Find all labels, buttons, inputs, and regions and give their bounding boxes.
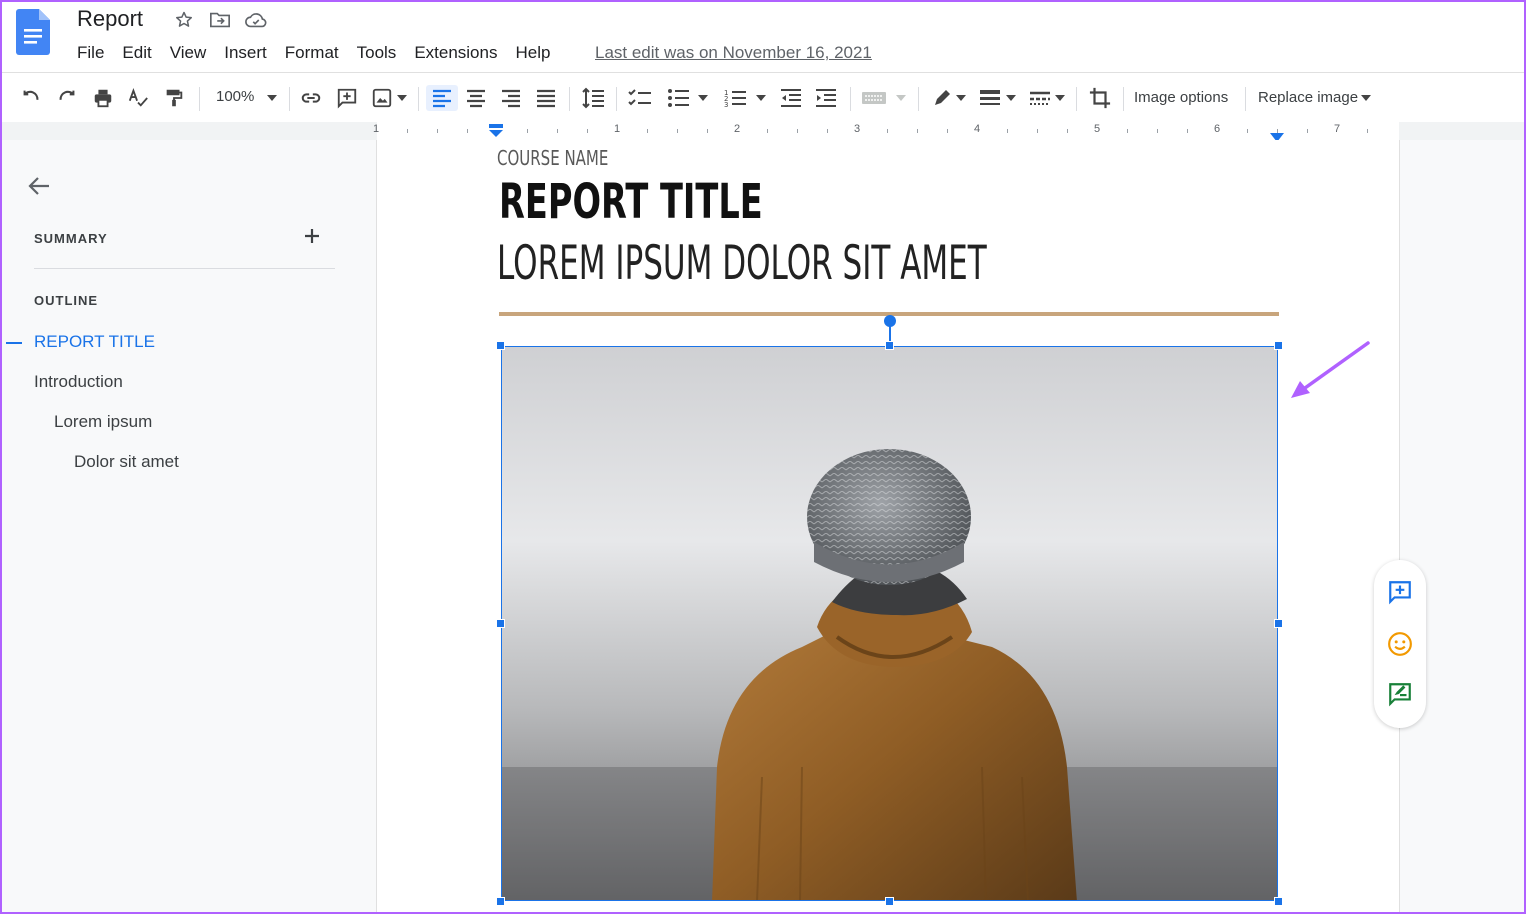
line-spacing-icon[interactable] xyxy=(579,85,607,111)
align-center-icon[interactable] xyxy=(463,85,489,111)
cloud-saved-icon[interactable] xyxy=(243,9,269,31)
bulleted-list-icon[interactable] xyxy=(664,85,692,111)
annotation-arrow-icon xyxy=(1286,340,1376,407)
crop-image-icon[interactable] xyxy=(1086,85,1114,111)
resize-handle-bottom-right[interactable] xyxy=(1274,897,1283,906)
docs-logo-icon[interactable] xyxy=(16,9,50,60)
outline-item-introduction[interactable]: Introduction xyxy=(34,372,123,392)
increase-indent-icon[interactable] xyxy=(813,85,839,111)
redo-icon[interactable] xyxy=(54,85,80,111)
document-canvas: COURSE NAME REPORT TITLE LOREM IPSUM DOL… xyxy=(376,140,1524,912)
justify-icon[interactable] xyxy=(533,85,559,111)
menu-view[interactable]: View xyxy=(161,42,216,64)
add-summary-plus-icon[interactable] xyxy=(302,226,322,251)
active-heading-indicator xyxy=(6,342,22,344)
add-comment-float-icon[interactable] xyxy=(1386,578,1414,606)
document-title[interactable]: Report xyxy=(77,6,143,32)
ruler-number: 5 xyxy=(1094,123,1101,135)
report-title-heading[interactable]: REPORT TITLE xyxy=(499,174,763,230)
course-name-text[interactable]: COURSE NAME xyxy=(497,146,608,170)
ruler-number: 7 xyxy=(1334,123,1341,135)
image-options-button[interactable]: Image options xyxy=(1134,89,1228,106)
paint-format-icon[interactable] xyxy=(161,85,187,111)
resize-handle-top[interactable] xyxy=(885,341,894,350)
menu-edit[interactable]: Edit xyxy=(113,42,160,64)
spellcheck-icon[interactable] xyxy=(125,85,151,111)
menu-tools[interactable]: Tools xyxy=(348,42,406,64)
person-photo xyxy=(502,347,1277,900)
resize-handle-left[interactable] xyxy=(496,619,505,628)
replace-image-dropdown-icon[interactable] xyxy=(1359,85,1373,111)
zoom-dropdown-icon[interactable] xyxy=(264,85,280,111)
align-left-icon[interactable] xyxy=(426,85,458,111)
bulleted-list-dropdown-icon[interactable] xyxy=(696,85,710,111)
insert-link-icon[interactable] xyxy=(298,85,324,111)
replace-image-button[interactable]: Replace image xyxy=(1258,89,1358,106)
border-weight-dropdown-icon[interactable] xyxy=(1004,85,1018,111)
rotate-handle[interactable] xyxy=(884,315,896,327)
ruler-number: 4 xyxy=(974,123,981,135)
summary-heading: SUMMARY xyxy=(34,231,108,246)
insert-image-icon[interactable] xyxy=(369,85,395,111)
menu-help[interactable]: Help xyxy=(506,42,559,64)
selected-image[interactable] xyxy=(501,346,1278,901)
border-color-icon[interactable] xyxy=(929,85,955,111)
resize-handle-top-left[interactable] xyxy=(496,341,505,350)
star-icon[interactable] xyxy=(171,9,197,31)
resize-handle-bottom[interactable] xyxy=(885,897,894,906)
input-tools-dropdown-icon xyxy=(894,85,908,111)
ruler-number: 2 xyxy=(734,123,741,135)
document-page[interactable]: COURSE NAME REPORT TITLE LOREM IPSUM DOL… xyxy=(376,140,1400,912)
svg-text:3: 3 xyxy=(724,101,728,108)
ruler-number: 1 xyxy=(614,123,621,135)
suggest-edits-icon[interactable] xyxy=(1386,680,1414,708)
outline-item-lorem-ipsum[interactable]: Lorem ipsum xyxy=(54,412,152,432)
menu-format[interactable]: Format xyxy=(276,42,348,64)
menu-file[interactable]: File xyxy=(68,42,113,64)
zoom-select[interactable]: 100% xyxy=(216,88,254,105)
print-icon[interactable] xyxy=(90,85,116,111)
numbered-list-icon[interactable]: 123 xyxy=(721,85,749,111)
menu-insert[interactable]: Insert xyxy=(215,42,276,64)
toolbar: 100% 123 Image options Replace image xyxy=(2,72,1524,124)
menu-bar: File Edit View Insert Format Tools Exten… xyxy=(68,42,559,64)
resize-handle-right[interactable] xyxy=(1274,619,1283,628)
resize-handle-bottom-left[interactable] xyxy=(496,897,505,906)
input-tools-icon xyxy=(859,85,889,111)
last-edit-link[interactable]: Last edit was on November 16, 2021 xyxy=(595,43,872,63)
close-outline-arrow-icon[interactable] xyxy=(28,176,50,201)
outline-heading: OUTLINE xyxy=(34,293,99,308)
ruler-number: 3 xyxy=(854,123,861,135)
resize-handle-top-right[interactable] xyxy=(1274,341,1283,350)
align-right-icon[interactable] xyxy=(498,85,524,111)
menu-extensions[interactable]: Extensions xyxy=(405,42,506,64)
add-comment-icon[interactable] xyxy=(334,85,360,111)
undo-icon[interactable] xyxy=(18,85,44,111)
border-dash-icon[interactable] xyxy=(1026,85,1054,111)
divider xyxy=(34,268,335,269)
document-outline-panel: SUMMARY OUTLINE REPORT TITLE Introductio… xyxy=(2,140,376,912)
ruler-number: 6 xyxy=(1214,123,1221,135)
floating-actions-panel xyxy=(1374,560,1426,728)
ruler[interactable]: 1 1 2 3 4 5 6 7 xyxy=(2,122,1524,142)
outline-item-dolor-sit-amet[interactable]: Dolor sit amet xyxy=(74,452,179,472)
checklist-icon[interactable] xyxy=(626,85,654,111)
numbered-list-dropdown-icon[interactable] xyxy=(754,85,768,111)
header: Report File Edit View Insert Format Tool… xyxy=(0,0,1526,72)
border-weight-icon[interactable] xyxy=(976,85,1004,111)
border-dash-dropdown-icon[interactable] xyxy=(1053,85,1067,111)
decrease-indent-icon[interactable] xyxy=(778,85,804,111)
add-emoji-reaction-icon[interactable] xyxy=(1386,630,1414,658)
subtitle-text[interactable]: LOREM IPSUM DOLOR SIT AMET xyxy=(497,236,987,291)
move-to-folder-icon[interactable] xyxy=(207,9,233,31)
insert-image-dropdown-icon[interactable] xyxy=(395,85,409,111)
ruler-number: 1 xyxy=(373,123,380,135)
border-color-dropdown-icon[interactable] xyxy=(954,85,968,111)
outline-item-report-title[interactable]: REPORT TITLE xyxy=(34,332,155,352)
ruler-page-area: 1 1 2 3 4 5 6 7 xyxy=(373,122,1399,140)
